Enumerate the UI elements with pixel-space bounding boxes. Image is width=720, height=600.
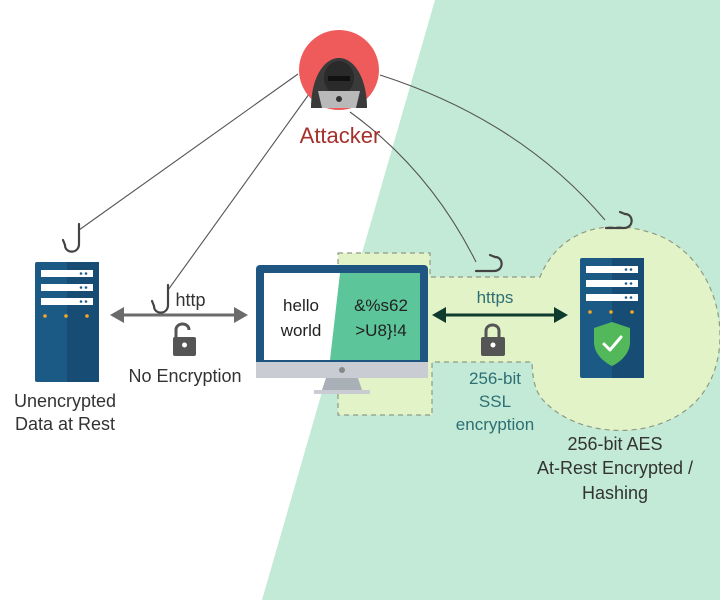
ciphertext: &%s62 >U8}!4	[344, 294, 418, 343]
ciphertext-line1: &%s62	[354, 296, 408, 315]
ssl-caption-line1: 256-bit	[469, 369, 521, 388]
https-label: https	[476, 288, 514, 307]
fish-hook-icon	[61, 222, 81, 253]
no-encryption-label: No Encryption	[128, 366, 242, 386]
plaintext-line2: world	[280, 320, 322, 340]
hacker-icon	[299, 30, 379, 110]
left-server-label-line2: Data at Rest	[14, 414, 116, 435]
ciphertext-line2: >U8}!4	[355, 320, 407, 340]
right-server-label-line1: 256-bit AES	[567, 434, 663, 454]
right-server-label-line2: At-Rest Encrypted /	[536, 458, 694, 479]
http-label: http	[175, 290, 206, 310]
right-server-label-line3: Hashing	[581, 482, 649, 503]
fish-hook-icon	[150, 283, 170, 314]
left-server-label-line1: Unencrypted	[13, 391, 117, 411]
plaintext-line1: hello	[283, 296, 319, 315]
attacker-label: Attacker	[299, 123, 381, 148]
plaintext: hello world	[268, 294, 334, 343]
right-server-label: 256-bit AES At-Rest Encrypted / Hashing	[520, 432, 710, 505]
left-server-label: Unencrypted Data at Rest	[0, 390, 130, 437]
server-icon	[35, 262, 99, 382]
ssl-caption: 256-bit SSL encryption	[440, 368, 550, 437]
padlock-open-icon	[173, 322, 196, 356]
ssl-caption-line2: SSL	[478, 391, 512, 411]
